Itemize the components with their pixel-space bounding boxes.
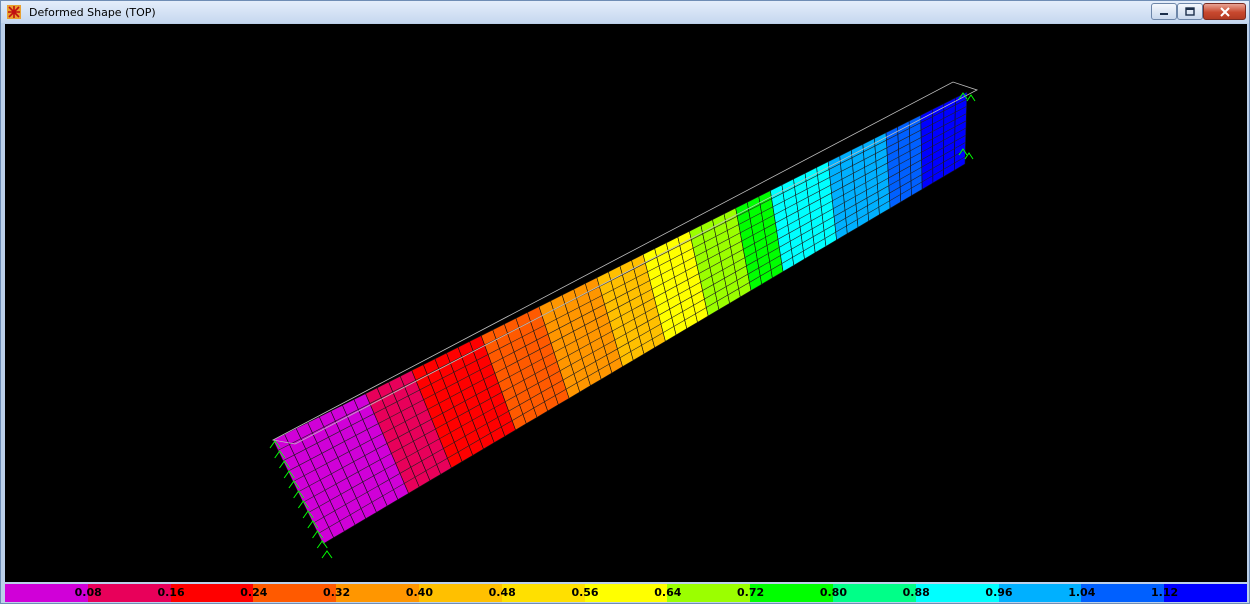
support-marker bbox=[966, 94, 976, 102]
mesh-line bbox=[287, 113, 967, 472]
deformed-beam-model bbox=[269, 81, 979, 559]
close-button[interactable] bbox=[1203, 3, 1246, 20]
close-icon bbox=[1219, 6, 1230, 17]
legend-label: 0.72 bbox=[737, 586, 765, 599]
mesh-line bbox=[277, 98, 967, 451]
legend-label: 0.24 bbox=[240, 586, 268, 599]
maximize-button[interactable] bbox=[1177, 3, 1203, 20]
mesh-line bbox=[297, 127, 967, 493]
legend-label: 0.96 bbox=[985, 586, 1013, 599]
legend-label: 0.08 bbox=[74, 586, 102, 599]
legend-label: 0.48 bbox=[488, 586, 516, 599]
title-bar[interactable]: Deformed Shape (TOP) bbox=[1, 1, 1249, 23]
displacement-legend: 0.08 0.16 0.24 0.32 0.40 0.48 0.56 0.64 0.72 0.80… bbox=[5, 584, 1247, 602]
legend-label: 1.04 bbox=[1068, 586, 1096, 599]
mesh-line bbox=[312, 149, 966, 524]
legend-label: 0.80 bbox=[819, 586, 847, 599]
legend-label: 0.40 bbox=[405, 586, 433, 599]
legend-label: 0.16 bbox=[157, 586, 185, 599]
sap-structure-icon bbox=[7, 5, 21, 19]
legend-swatch: 0.08 bbox=[5, 584, 102, 602]
mesh-line bbox=[302, 134, 966, 503]
mesh-line bbox=[317, 156, 966, 534]
minimize-icon bbox=[1160, 12, 1168, 15]
mesh-line bbox=[282, 106, 967, 462]
maximize-icon bbox=[1185, 7, 1195, 16]
legend-label: 1.12 bbox=[1151, 586, 1179, 599]
legend-label: 0.32 bbox=[323, 586, 351, 599]
minimize-button[interactable] bbox=[1151, 3, 1177, 20]
legend-label: 0.56 bbox=[571, 586, 599, 599]
deformed-shape-window: Deformed Shape (TOP) 0.08 0.16 0.24 0.32 0.4… bbox=[0, 0, 1250, 604]
model-viewport[interactable] bbox=[5, 24, 1247, 582]
window-title: Deformed Shape (TOP) bbox=[29, 6, 156, 19]
support-marker bbox=[321, 550, 333, 559]
mesh-line bbox=[307, 142, 966, 514]
legend-label: 0.64 bbox=[654, 586, 682, 599]
mesh-line bbox=[292, 120, 967, 482]
beam-mesh bbox=[272, 91, 968, 545]
legend-label: 0.88 bbox=[902, 586, 930, 599]
